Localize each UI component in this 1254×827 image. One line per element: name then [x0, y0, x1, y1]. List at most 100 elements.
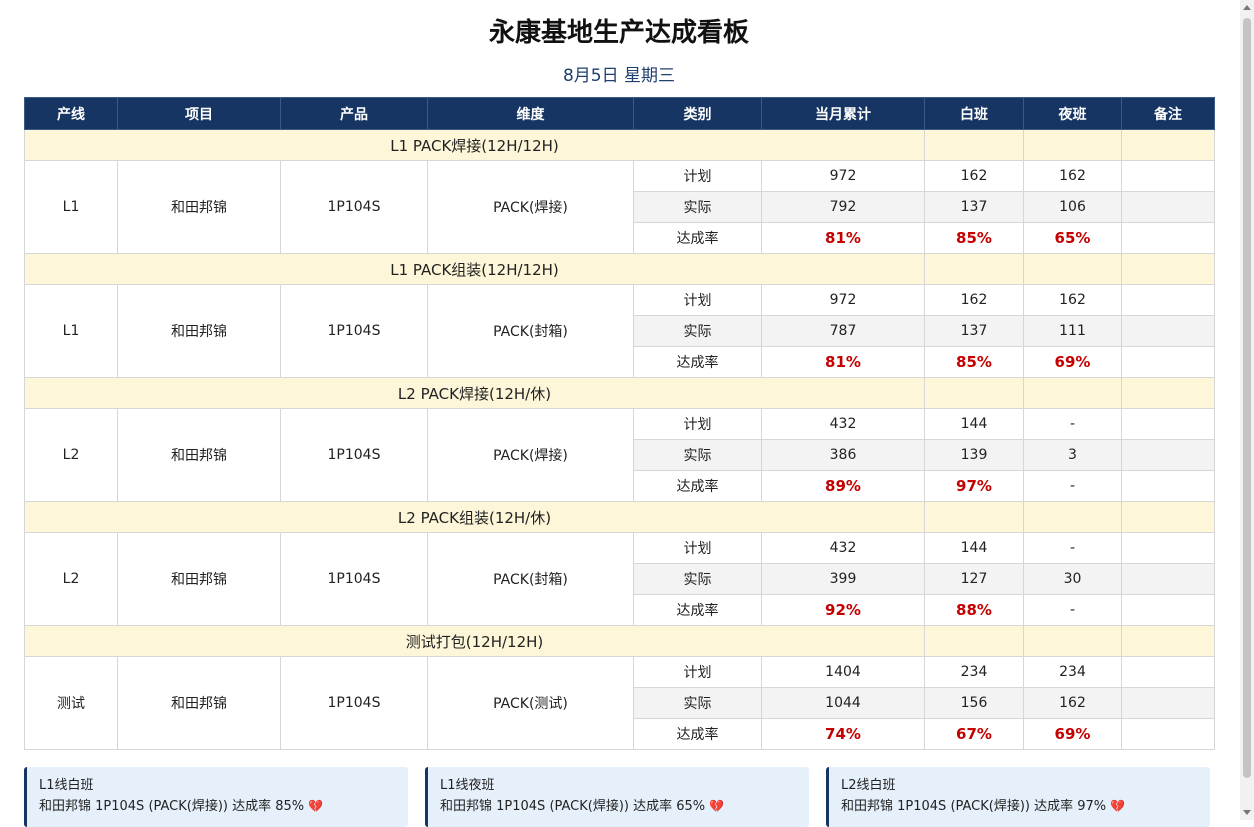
- header-note: 备注: [1121, 97, 1215, 130]
- night-shift-cell: 162: [1023, 160, 1122, 192]
- day-shift-cell: 127: [924, 563, 1024, 595]
- summary-cards: L1线白班 和田邦锦 1P104S (PACK(焊接)) 达成率 85% 💔 L…: [24, 767, 1214, 827]
- month-total-cell: 74%: [761, 718, 925, 750]
- note-cell: [1121, 315, 1215, 347]
- header-day-shift: 白班: [924, 97, 1024, 130]
- project-cell: 和田邦锦: [117, 160, 281, 254]
- section-empty-cell: [1121, 501, 1215, 533]
- category-cell: 实际: [633, 315, 762, 347]
- night-shift-cell: 111: [1023, 315, 1122, 347]
- project-cell: 和田邦锦: [117, 532, 281, 626]
- broken-heart-icon: 💔: [1110, 799, 1126, 813]
- summary-card-l2-day: L2线白班 和田邦锦 1P104S (PACK(焊接)) 达成率 97% 💔: [826, 767, 1210, 827]
- card-title: L1线白班: [39, 778, 94, 793]
- section-empty-cell: [1023, 501, 1122, 533]
- product-cell: 1P104S: [280, 284, 428, 378]
- section-header-row: 测试打包(12H/12H): [24, 625, 1215, 657]
- production-table: 产线 项目 产品 维度 类别 当月累计 白班 夜班 备注 L1 PACK焊接(1…: [24, 97, 1215, 750]
- note-cell: [1121, 408, 1215, 440]
- date-subtitle: 8月5日 星期三: [562, 66, 676, 86]
- day-shift-cell: 67%: [924, 718, 1024, 750]
- card-title: L2线白班: [841, 778, 896, 793]
- month-total-cell: 89%: [761, 470, 925, 502]
- month-total-cell: 399: [761, 563, 925, 595]
- table-row: L1 和田邦锦 1P104S PACK(封箱) 计划 972 162 162: [24, 284, 1215, 378]
- table-row: L1 和田邦锦 1P104S PACK(焊接) 计划 972 162 162: [24, 160, 1215, 254]
- note-cell: [1121, 439, 1215, 471]
- broken-heart-icon: 💔: [308, 799, 324, 813]
- vertical-scrollbar[interactable]: [1240, 0, 1254, 820]
- note-cell: [1121, 532, 1215, 564]
- section-empty-cell: [924, 377, 1024, 409]
- section-empty-cell: [1023, 253, 1122, 285]
- day-shift-cell: 162: [924, 284, 1024, 316]
- section-empty-cell: [924, 625, 1024, 657]
- night-shift-cell: 69%: [1023, 346, 1122, 378]
- category-cell: 达成率: [633, 594, 762, 626]
- night-shift-cell: 162: [1023, 284, 1122, 316]
- category-cell: 达成率: [633, 346, 762, 378]
- table-row: L2 和田邦锦 1P104S PACK(焊接) 计划 432 144-: [24, 408, 1215, 502]
- section-header-row: L2 PACK焊接(12H/休): [24, 377, 1215, 409]
- day-shift-cell: 97%: [924, 470, 1024, 502]
- section-empty-cell: [1023, 129, 1122, 161]
- category-cell: 实际: [633, 563, 762, 595]
- product-cell: 1P104S: [280, 532, 428, 626]
- month-total-cell: 92%: [761, 594, 925, 626]
- header-night-shift: 夜班: [1023, 97, 1122, 130]
- night-shift-cell: 162: [1023, 687, 1122, 719]
- note-cell: [1121, 656, 1215, 688]
- month-total-cell: 432: [761, 532, 925, 564]
- card-title: L1线夜班: [440, 778, 495, 793]
- header-project: 项目: [117, 97, 281, 130]
- category-cell: 计划: [633, 284, 762, 316]
- month-total-cell: 972: [761, 284, 925, 316]
- day-shift-cell: 88%: [924, 594, 1024, 626]
- section-empty-cell: [1121, 377, 1215, 409]
- section-label: L2 PACK焊接(12H/休): [24, 377, 925, 409]
- note-cell: [1121, 191, 1215, 223]
- dimension-cell: PACK(焊接): [427, 408, 634, 502]
- note-cell: [1121, 346, 1215, 378]
- section-empty-cell: [1121, 625, 1215, 657]
- summary-card-l1-night: L1线夜班 和田邦锦 1P104S (PACK(焊接)) 达成率 65% 💔: [425, 767, 809, 827]
- section-label: L1 PACK组装(12H/12H): [24, 253, 925, 285]
- category-cell: 达成率: [633, 718, 762, 750]
- night-shift-cell: 106: [1023, 191, 1122, 223]
- category-cell: 实际: [633, 191, 762, 223]
- note-cell: [1121, 563, 1215, 595]
- note-cell: [1121, 718, 1215, 750]
- scroll-down-arrow-icon[interactable]: [1243, 810, 1251, 815]
- product-cell: 1P104S: [280, 656, 428, 750]
- section-header-row: L2 PACK组装(12H/休): [24, 501, 1215, 533]
- dimension-cell: PACK(封箱): [427, 284, 634, 378]
- day-shift-cell: 85%: [924, 222, 1024, 254]
- section-empty-cell: [1121, 253, 1215, 285]
- month-total-cell: 81%: [761, 346, 925, 378]
- night-shift-cell: 65%: [1023, 222, 1122, 254]
- night-shift-cell: 30: [1023, 563, 1122, 595]
- night-shift-cell: 234: [1023, 656, 1122, 688]
- dimension-cell: PACK(封箱): [427, 532, 634, 626]
- day-shift-cell: 137: [924, 315, 1024, 347]
- scroll-up-arrow-icon[interactable]: [1243, 5, 1251, 10]
- section-empty-cell: [924, 129, 1024, 161]
- month-total-cell: 432: [761, 408, 925, 440]
- card-text: 和田邦锦 1P104S (PACK(焊接)) 达成率 65%: [440, 799, 706, 814]
- line-cell: L2: [24, 532, 118, 626]
- day-shift-cell: 156: [924, 687, 1024, 719]
- line-cell: L2: [24, 408, 118, 502]
- scrollbar-thumb[interactable]: [1243, 18, 1251, 778]
- summary-card-l1-day: L1线白班 和田邦锦 1P104S (PACK(焊接)) 达成率 85% 💔: [24, 767, 408, 827]
- header-category: 类别: [633, 97, 762, 130]
- month-total-cell: 81%: [761, 222, 925, 254]
- night-shift-cell: 3: [1023, 439, 1122, 471]
- night-shift-cell: -: [1023, 594, 1122, 626]
- table-row: L2 和田邦锦 1P104S PACK(封箱) 计划 432 144-: [24, 532, 1215, 626]
- note-cell: [1121, 470, 1215, 502]
- category-cell: 达成率: [633, 222, 762, 254]
- dimension-cell: PACK(测试): [427, 656, 634, 750]
- day-shift-cell: 234: [924, 656, 1024, 688]
- line-cell: 测试: [24, 656, 118, 750]
- month-total-cell: 1044: [761, 687, 925, 719]
